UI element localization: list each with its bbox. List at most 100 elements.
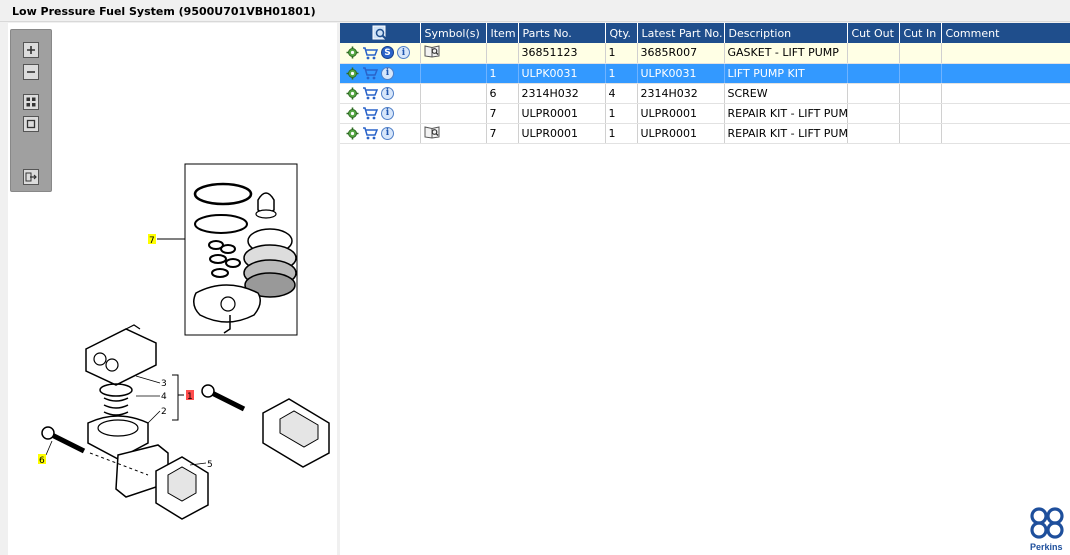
column-header-latest-part-no[interactable]: Latest Part No. bbox=[637, 23, 725, 43]
cell-description: REPAIR KIT - LIFT PUMP bbox=[724, 103, 848, 124]
book-icon[interactable] bbox=[424, 125, 440, 139]
table-row[interactable]: i 7 ULPR0001 1 ULPR0001 REPAIR KIT - LIFT PUM… bbox=[340, 123, 1070, 144]
cell-cut-out bbox=[847, 63, 900, 84]
cell-cut-out bbox=[847, 43, 900, 64]
cell-description: LIFT PUMP KIT bbox=[724, 63, 848, 84]
cell-description: REPAIR KIT - LIFT PUMP bbox=[724, 123, 848, 144]
row-action-icons: i bbox=[343, 126, 419, 140]
callout-1: 1 bbox=[187, 392, 193, 402]
cart-icon[interactable] bbox=[362, 106, 378, 120]
cell-description: SCREW bbox=[724, 83, 848, 104]
row-action-icons: i bbox=[343, 86, 419, 100]
table-row[interactable]: i 1 ULPK0031 1 ULPK0031 LIFT PUMP KIT bbox=[340, 63, 1070, 84]
perkins-logo-text: Perkins bbox=[1030, 542, 1063, 552]
column-header-actions[interactable] bbox=[340, 23, 421, 43]
cell-comment bbox=[941, 43, 1070, 64]
cell-cut-out bbox=[847, 123, 900, 144]
table-header-row: Symbol(s) Item Parts No. Qty. Latest Par… bbox=[340, 23, 1070, 43]
zoom-in-icon[interactable] bbox=[23, 42, 39, 58]
row-action-icons: i bbox=[343, 106, 419, 120]
cell-latest-part-no: 3685R007 bbox=[637, 43, 725, 64]
cell-item: 7 bbox=[486, 123, 519, 144]
cell-comment bbox=[941, 63, 1070, 84]
cell-comment bbox=[941, 83, 1070, 104]
cell-latest-part-no: ULPK0031 bbox=[637, 63, 725, 84]
row-symbols bbox=[420, 103, 487, 124]
cell-cut-in bbox=[899, 63, 942, 84]
cart-icon[interactable] bbox=[362, 86, 378, 100]
row-actions: i bbox=[340, 63, 421, 84]
info-icon[interactable]: i bbox=[381, 66, 394, 80]
parts-table: Symbol(s) Item Parts No. Qty. Latest Par… bbox=[340, 23, 1070, 144]
column-header-symbols[interactable]: Symbol(s) bbox=[420, 23, 487, 43]
callout-5: 5 bbox=[207, 460, 213, 470]
gear-icon[interactable] bbox=[346, 67, 359, 80]
column-header-parts-no[interactable]: Parts No. bbox=[518, 23, 606, 43]
cell-cut-in bbox=[899, 43, 942, 64]
cell-cut-in bbox=[899, 103, 942, 124]
info-icon[interactable]: i bbox=[381, 126, 394, 140]
column-header-comment[interactable]: Comment bbox=[941, 23, 1070, 43]
cart-icon[interactable] bbox=[362, 46, 378, 60]
cell-qty: 4 bbox=[605, 83, 638, 104]
cell-latest-part-no: 2314H032 bbox=[637, 83, 725, 104]
page-title: Low Pressure Fuel System (9500U701VBH018… bbox=[12, 5, 316, 18]
export-icon[interactable] bbox=[23, 169, 39, 185]
fit-icon[interactable] bbox=[23, 94, 39, 110]
cell-parts-no: 2314H032 bbox=[518, 83, 606, 104]
cell-comment bbox=[941, 103, 1070, 124]
column-header-cut-in[interactable]: Cut In bbox=[899, 23, 942, 43]
exploded-diagram[interactable]: 7 3 4 2 1 6 5 bbox=[8, 23, 337, 555]
row-symbols bbox=[420, 43, 487, 64]
preview-icon[interactable] bbox=[372, 25, 388, 41]
cell-qty: 1 bbox=[605, 43, 638, 64]
diagram-pane[interactable]: 7 3 4 2 1 6 5 bbox=[8, 23, 337, 555]
cell-parts-no: ULPR0001 bbox=[518, 123, 606, 144]
column-header-item[interactable]: Item bbox=[486, 23, 519, 43]
callout-7: 7 bbox=[149, 236, 155, 246]
pump-plate bbox=[193, 284, 261, 323]
cart-icon[interactable] bbox=[362, 66, 378, 80]
gear-icon[interactable] bbox=[346, 87, 359, 100]
table-row[interactable]: i 6 2314H032 4 2314H032 SCREW bbox=[340, 83, 1070, 104]
cell-item: 6 bbox=[486, 83, 519, 104]
cell-description: GASKET - LIFT PUMP bbox=[724, 43, 848, 64]
row-action-icons: i bbox=[343, 66, 419, 80]
info-icon[interactable]: i bbox=[381, 86, 394, 100]
cell-qty: 1 bbox=[605, 63, 638, 84]
cell-parts-no: ULPK0031 bbox=[518, 63, 606, 84]
cell-item bbox=[486, 43, 519, 64]
table-row[interactable]: i 7 ULPR0001 1 ULPR0001 REPAIR KIT - LIFT PUM… bbox=[340, 103, 1070, 124]
pump-housing bbox=[85, 328, 157, 386]
parts-catalog-window: Low Pressure Fuel System (9500U701VBH018… bbox=[0, 0, 1070, 555]
cell-latest-part-no: ULPR0001 bbox=[637, 123, 725, 144]
parts-list-pane: Symbol(s) Item Parts No. Qty. Latest Par… bbox=[340, 23, 1070, 555]
cart-icon[interactable] bbox=[362, 126, 378, 140]
gear-icon[interactable] bbox=[346, 127, 359, 140]
cell-qty: 1 bbox=[605, 103, 638, 124]
gear-icon[interactable] bbox=[346, 46, 359, 59]
cell-comment bbox=[941, 123, 1070, 144]
info-icon[interactable]: i bbox=[397, 46, 410, 60]
column-header-cut-out[interactable]: Cut Out bbox=[847, 23, 900, 43]
column-header-description[interactable]: Description bbox=[724, 23, 848, 43]
table-row[interactable]: Si 36851123 1 3685R007 GASKET - LIFT PUMP bbox=[340, 43, 1070, 64]
info-icon[interactable]: i bbox=[381, 106, 394, 120]
left-edge bbox=[0, 23, 8, 555]
callout-6: 6 bbox=[39, 456, 45, 466]
zoom-out-icon[interactable] bbox=[23, 64, 39, 80]
row-actions: i bbox=[340, 83, 421, 104]
callout-4: 4 bbox=[161, 392, 167, 402]
cell-parts-no: ULPR0001 bbox=[518, 103, 606, 124]
cell-qty: 1 bbox=[605, 123, 638, 144]
column-header-qty[interactable]: Qty. bbox=[605, 23, 638, 43]
cell-cut-out bbox=[847, 103, 900, 124]
row-symbols bbox=[420, 123, 487, 144]
callout-3: 3 bbox=[161, 379, 167, 389]
book-icon[interactable] bbox=[424, 44, 440, 58]
service-icon[interactable]: S bbox=[381, 46, 394, 60]
callout-2: 2 bbox=[161, 407, 167, 417]
cell-cut-in bbox=[899, 83, 942, 104]
actual-size-icon[interactable] bbox=[23, 116, 39, 132]
gear-icon[interactable] bbox=[346, 107, 359, 120]
